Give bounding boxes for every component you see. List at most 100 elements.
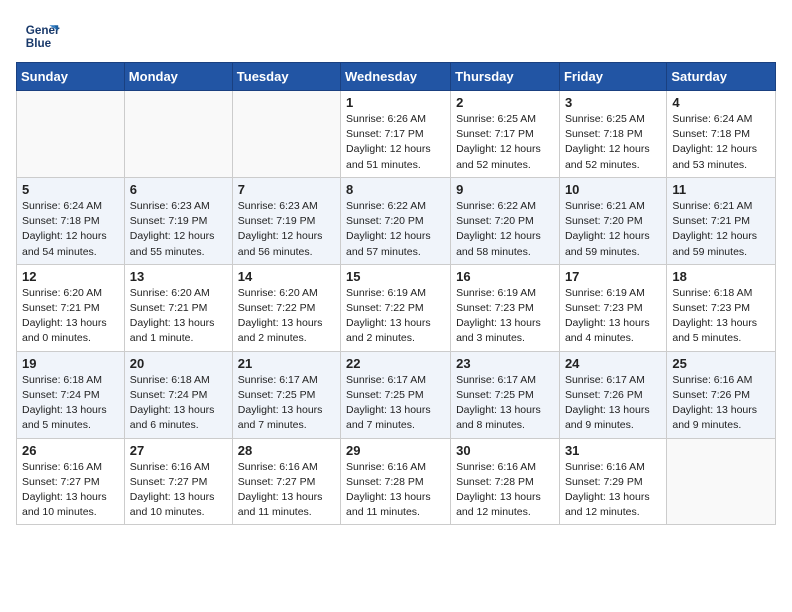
- day-detail: Sunrise: 6:21 AM Sunset: 7:21 PM Dayligh…: [672, 200, 757, 258]
- calendar-cell: [667, 438, 776, 525]
- day-number: 16: [456, 269, 554, 284]
- day-detail: Sunrise: 6:19 AM Sunset: 7:22 PM Dayligh…: [346, 287, 431, 345]
- day-number: 1: [346, 95, 445, 110]
- day-detail: Sunrise: 6:25 AM Sunset: 7:17 PM Dayligh…: [456, 113, 541, 171]
- calendar-cell: 31Sunrise: 6:16 AM Sunset: 7:29 PM Dayli…: [559, 438, 666, 525]
- page-header: General Blue: [0, 0, 792, 62]
- calendar-cell: 22 Sunrise: 6:17 AM Sunset: 7:25 PM Dayli…: [341, 351, 451, 438]
- calendar-cell: 30 Sunrise: 6:16 AM Sunset: 7:28 PM Dayli…: [451, 438, 560, 525]
- day-detail: Sunrise: 6:16 AM Sunset: 7:26 PM Dayligh…: [672, 374, 757, 432]
- calendar-week-4: 19 Sunrise: 6:18 AM Sunset: 7:24 PM Dayli…: [17, 351, 776, 438]
- day-number: 30: [456, 443, 554, 458]
- logo-icon: General Blue: [24, 18, 60, 54]
- day-detail: Sunrise: 6:20 AM Sunset: 7:21 PM Dayligh…: [22, 287, 107, 345]
- day-number: 18: [672, 269, 770, 284]
- day-detail: Sunrise: 6:16 AM Sunset: 7:27 PM Dayligh…: [22, 461, 107, 519]
- day-number: 12: [22, 269, 119, 284]
- calendar-cell: 18 Sunrise: 6:18 AM Sunset: 7:23 PM Dayli…: [667, 264, 776, 351]
- calendar-cell: 6Sunrise: 6:23 AM Sunset: 7:19 PM Daylig…: [124, 177, 232, 264]
- calendar-cell: [124, 91, 232, 178]
- day-detail: Sunrise: 6:19 AM Sunset: 7:23 PM Dayligh…: [565, 287, 650, 345]
- calendar-table: SundayMondayTuesdayWednesdayThursdayFrid…: [16, 62, 776, 525]
- calendar-week-2: 5 Sunrise: 6:24 AM Sunset: 7:18 PM Daylig…: [17, 177, 776, 264]
- day-number: 20: [130, 356, 227, 371]
- day-detail: Sunrise: 6:18 AM Sunset: 7:23 PM Dayligh…: [672, 287, 757, 345]
- day-header-sunday: Sunday: [17, 63, 125, 91]
- calendar-cell: 3Sunrise: 6:25 AM Sunset: 7:18 PM Daylig…: [559, 91, 666, 178]
- day-number: 4: [672, 95, 770, 110]
- day-number: 9: [456, 182, 554, 197]
- day-number: 10: [565, 182, 661, 197]
- day-detail: Sunrise: 6:20 AM Sunset: 7:21 PM Dayligh…: [130, 287, 215, 345]
- calendar-cell: 16Sunrise: 6:19 AM Sunset: 7:23 PM Dayli…: [451, 264, 560, 351]
- day-number: 13: [130, 269, 227, 284]
- day-number: 25: [672, 356, 770, 371]
- day-number: 7: [238, 182, 335, 197]
- day-number: 23: [456, 356, 554, 371]
- calendar-header: SundayMondayTuesdayWednesdayThursdayFrid…: [17, 63, 776, 91]
- calendar-cell: 8 Sunrise: 6:22 AM Sunset: 7:20 PM Daylig…: [341, 177, 451, 264]
- day-detail: Sunrise: 6:18 AM Sunset: 7:24 PM Dayligh…: [130, 374, 215, 432]
- day-header-tuesday: Tuesday: [232, 63, 340, 91]
- calendar-cell: 12 Sunrise: 6:20 AM Sunset: 7:21 PM Dayli…: [17, 264, 125, 351]
- day-header-thursday: Thursday: [451, 63, 560, 91]
- day-number: 29: [346, 443, 445, 458]
- calendar-cell: 2 Sunrise: 6:25 AM Sunset: 7:17 PM Daylig…: [451, 91, 560, 178]
- calendar-cell: 24 Sunrise: 6:17 AM Sunset: 7:26 PM Dayli…: [559, 351, 666, 438]
- day-detail: Sunrise: 6:24 AM Sunset: 7:18 PM Dayligh…: [672, 113, 757, 171]
- day-detail: Sunrise: 6:16 AM Sunset: 7:27 PM Dayligh…: [238, 461, 323, 519]
- day-detail: Sunrise: 6:17 AM Sunset: 7:25 PM Dayligh…: [456, 374, 541, 432]
- days-of-week-row: SundayMondayTuesdayWednesdayThursdayFrid…: [17, 63, 776, 91]
- day-number: 28: [238, 443, 335, 458]
- calendar-week-1: 1 Sunrise: 6:26 AM Sunset: 7:17 PM Daylig…: [17, 91, 776, 178]
- calendar-cell: 13 Sunrise: 6:20 AM Sunset: 7:21 PM Dayli…: [124, 264, 232, 351]
- day-number: 24: [565, 356, 661, 371]
- day-number: 17: [565, 269, 661, 284]
- calendar-cell: 17 Sunrise: 6:19 AM Sunset: 7:23 PM Dayli…: [559, 264, 666, 351]
- calendar-cell: 26 Sunrise: 6:16 AM Sunset: 7:27 PM Dayli…: [17, 438, 125, 525]
- calendar-cell: 28 Sunrise: 6:16 AM Sunset: 7:27 PM Dayli…: [232, 438, 340, 525]
- day-detail: Sunrise: 6:23 AM Sunset: 7:19 PM Dayligh…: [238, 200, 323, 258]
- svg-text:Blue: Blue: [26, 37, 52, 50]
- day-detail: Sunrise: 6:26 AM Sunset: 7:17 PM Dayligh…: [346, 113, 431, 171]
- logo: General Blue: [24, 18, 64, 54]
- day-header-wednesday: Wednesday: [341, 63, 451, 91]
- day-detail: Sunrise: 6:22 AM Sunset: 7:20 PM Dayligh…: [456, 200, 541, 258]
- calendar-cell: 21Sunrise: 6:17 AM Sunset: 7:25 PM Dayli…: [232, 351, 340, 438]
- calendar-cell: 9 Sunrise: 6:22 AM Sunset: 7:20 PM Daylig…: [451, 177, 560, 264]
- day-detail: Sunrise: 6:16 AM Sunset: 7:28 PM Dayligh…: [456, 461, 541, 519]
- day-number: 8: [346, 182, 445, 197]
- day-detail: Sunrise: 6:17 AM Sunset: 7:26 PM Dayligh…: [565, 374, 650, 432]
- day-detail: Sunrise: 6:16 AM Sunset: 7:27 PM Dayligh…: [130, 461, 215, 519]
- day-detail: Sunrise: 6:24 AM Sunset: 7:18 PM Dayligh…: [22, 200, 107, 258]
- calendar-cell: 14Sunrise: 6:20 AM Sunset: 7:22 PM Dayli…: [232, 264, 340, 351]
- calendar-cell: 7 Sunrise: 6:23 AM Sunset: 7:19 PM Daylig…: [232, 177, 340, 264]
- calendar-cell: 4 Sunrise: 6:24 AM Sunset: 7:18 PM Daylig…: [667, 91, 776, 178]
- day-number: 21: [238, 356, 335, 371]
- day-detail: Sunrise: 6:16 AM Sunset: 7:28 PM Dayligh…: [346, 461, 431, 519]
- calendar-cell: 25 Sunrise: 6:16 AM Sunset: 7:26 PM Dayli…: [667, 351, 776, 438]
- day-detail: Sunrise: 6:18 AM Sunset: 7:24 PM Dayligh…: [22, 374, 107, 432]
- day-detail: Sunrise: 6:23 AM Sunset: 7:19 PM Dayligh…: [130, 200, 215, 258]
- day-number: 3: [565, 95, 661, 110]
- day-number: 27: [130, 443, 227, 458]
- day-detail: Sunrise: 6:17 AM Sunset: 7:25 PM Dayligh…: [346, 374, 431, 432]
- day-header-saturday: Saturday: [667, 63, 776, 91]
- day-detail: Sunrise: 6:16 AM Sunset: 7:29 PM Dayligh…: [565, 461, 650, 519]
- calendar-body: 1 Sunrise: 6:26 AM Sunset: 7:17 PM Daylig…: [17, 91, 776, 525]
- day-number: 2: [456, 95, 554, 110]
- calendar-cell: [232, 91, 340, 178]
- day-number: 19: [22, 356, 119, 371]
- calendar-cell: 15 Sunrise: 6:19 AM Sunset: 7:22 PM Dayli…: [341, 264, 451, 351]
- day-detail: Sunrise: 6:20 AM Sunset: 7:22 PM Dayligh…: [238, 287, 323, 345]
- calendar-week-5: 26 Sunrise: 6:16 AM Sunset: 7:27 PM Dayli…: [17, 438, 776, 525]
- day-header-friday: Friday: [559, 63, 666, 91]
- calendar-cell: 10Sunrise: 6:21 AM Sunset: 7:20 PM Dayli…: [559, 177, 666, 264]
- day-number: 5: [22, 182, 119, 197]
- calendar-cell: 5 Sunrise: 6:24 AM Sunset: 7:18 PM Daylig…: [17, 177, 125, 264]
- day-detail: Sunrise: 6:22 AM Sunset: 7:20 PM Dayligh…: [346, 200, 431, 258]
- day-number: 26: [22, 443, 119, 458]
- calendar-cell: 19 Sunrise: 6:18 AM Sunset: 7:24 PM Dayli…: [17, 351, 125, 438]
- day-number: 15: [346, 269, 445, 284]
- day-number: 22: [346, 356, 445, 371]
